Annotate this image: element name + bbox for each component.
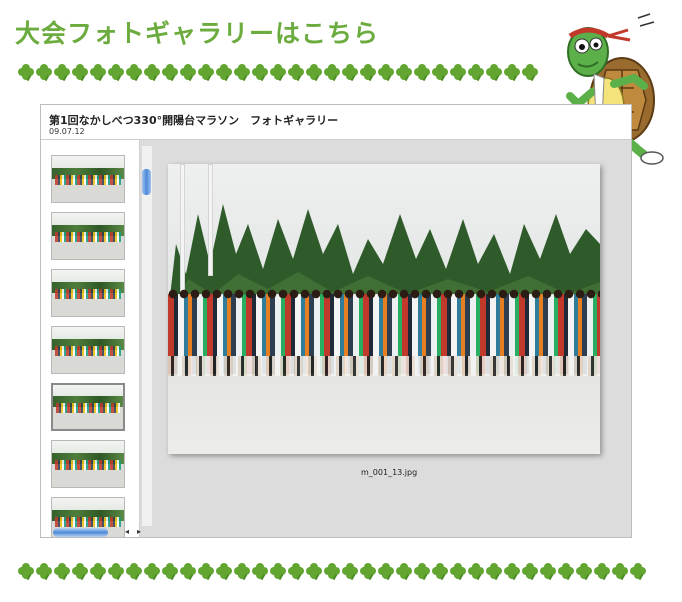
clover-icon — [486, 563, 502, 581]
clover-icon — [324, 64, 340, 82]
thumbnail-3[interactable] — [51, 269, 125, 317]
clover-icon — [360, 64, 376, 82]
clover-icon — [252, 64, 268, 82]
clover-icon — [468, 563, 484, 581]
thumbnail-6[interactable] — [51, 440, 125, 488]
clover-icon — [54, 64, 70, 82]
clover-icon — [360, 563, 376, 581]
thumbnail-2[interactable] — [51, 212, 125, 260]
clover-icon — [198, 563, 214, 581]
clover-icon — [234, 563, 250, 581]
clover-icon — [126, 563, 142, 581]
clover-icon — [342, 64, 358, 82]
clover-icon — [486, 64, 502, 82]
clover-icon — [414, 563, 430, 581]
clover-divider-bottom — [18, 563, 648, 581]
clover-icon — [144, 563, 160, 581]
clover-icon — [306, 563, 322, 581]
clover-icon — [108, 563, 124, 581]
clover-icon — [72, 563, 88, 581]
clover-icon — [198, 64, 214, 82]
clover-icon — [54, 563, 70, 581]
clover-icon — [432, 64, 448, 82]
clover-icon — [504, 563, 520, 581]
main-photo[interactable] — [168, 164, 600, 454]
clover-icon — [378, 563, 394, 581]
clover-icon — [540, 563, 556, 581]
clover-icon — [612, 563, 628, 581]
clover-icon — [576, 563, 592, 581]
thumbnail-list — [41, 140, 140, 537]
clover-icon — [396, 64, 412, 82]
clover-icon — [450, 563, 466, 581]
clover-icon — [18, 563, 34, 581]
gallery-date: 09.07.12 — [49, 127, 85, 136]
clover-icon — [180, 64, 196, 82]
thumbnail-5[interactable] — [51, 383, 125, 431]
horizontal-scrollbar-thumb[interactable] — [53, 528, 108, 537]
clover-icon — [72, 64, 88, 82]
photo-caption: m_001_13.jpg — [361, 468, 418, 477]
scroll-left-arrow-icon[interactable]: ◂ — [125, 527, 129, 536]
clover-icon — [108, 64, 124, 82]
clover-icon — [216, 563, 232, 581]
thumbnail-4[interactable] — [51, 326, 125, 374]
thumbnail-scrollbar-thumb[interactable] — [142, 169, 151, 195]
clover-icon — [270, 563, 286, 581]
gallery-header: 第1回なかしべつ330°開陽台マラソン フォトギャラリー 09.07.12 — [41, 105, 631, 140]
clover-icon — [594, 563, 610, 581]
gallery-title: 第1回なかしべつ330°開陽台マラソン フォトギャラリー — [49, 114, 339, 127]
clover-icon — [18, 64, 34, 82]
clover-icon — [414, 64, 430, 82]
clover-icon — [234, 64, 250, 82]
clover-icon — [288, 64, 304, 82]
clover-icon — [342, 563, 358, 581]
clover-icon — [504, 64, 520, 82]
clover-icon — [36, 563, 52, 581]
clover-icon — [288, 563, 304, 581]
clover-icon — [306, 64, 322, 82]
clover-icon — [180, 563, 196, 581]
clover-icon — [432, 563, 448, 581]
clover-icon — [450, 64, 466, 82]
clover-icon — [36, 64, 52, 82]
clover-icon — [162, 64, 178, 82]
clover-icon — [630, 563, 646, 581]
thumbnail-horizontal-scrollbar[interactable]: ◂ ▸ — [51, 527, 151, 538]
thumbnail-scrollbar[interactable] — [141, 146, 152, 526]
page-heading: 大会フォトギャラリーはこちら — [15, 19, 380, 48]
clover-icon — [252, 563, 268, 581]
clover-icon — [216, 64, 232, 82]
clover-icon — [378, 64, 394, 82]
clover-icon — [324, 563, 340, 581]
clover-icon — [144, 64, 160, 82]
clover-icon — [468, 64, 484, 82]
clover-icon — [522, 563, 538, 581]
thumbnail-1[interactable] — [51, 155, 125, 203]
photo-gallery-viewer: 第1回なかしべつ330°開陽台マラソン フォトギャラリー 09.07.12 ◂ … — [40, 104, 632, 538]
clover-icon — [522, 64, 538, 82]
clover-icon — [558, 563, 574, 581]
clover-icon — [270, 64, 286, 82]
clover-icon — [90, 64, 106, 82]
clover-icon — [126, 64, 142, 82]
clover-icon — [90, 563, 106, 581]
clover-icon — [162, 563, 178, 581]
clover-icon — [396, 563, 412, 581]
clover-divider-top — [18, 64, 555, 82]
scroll-right-arrow-icon[interactable]: ▸ — [137, 527, 141, 536]
